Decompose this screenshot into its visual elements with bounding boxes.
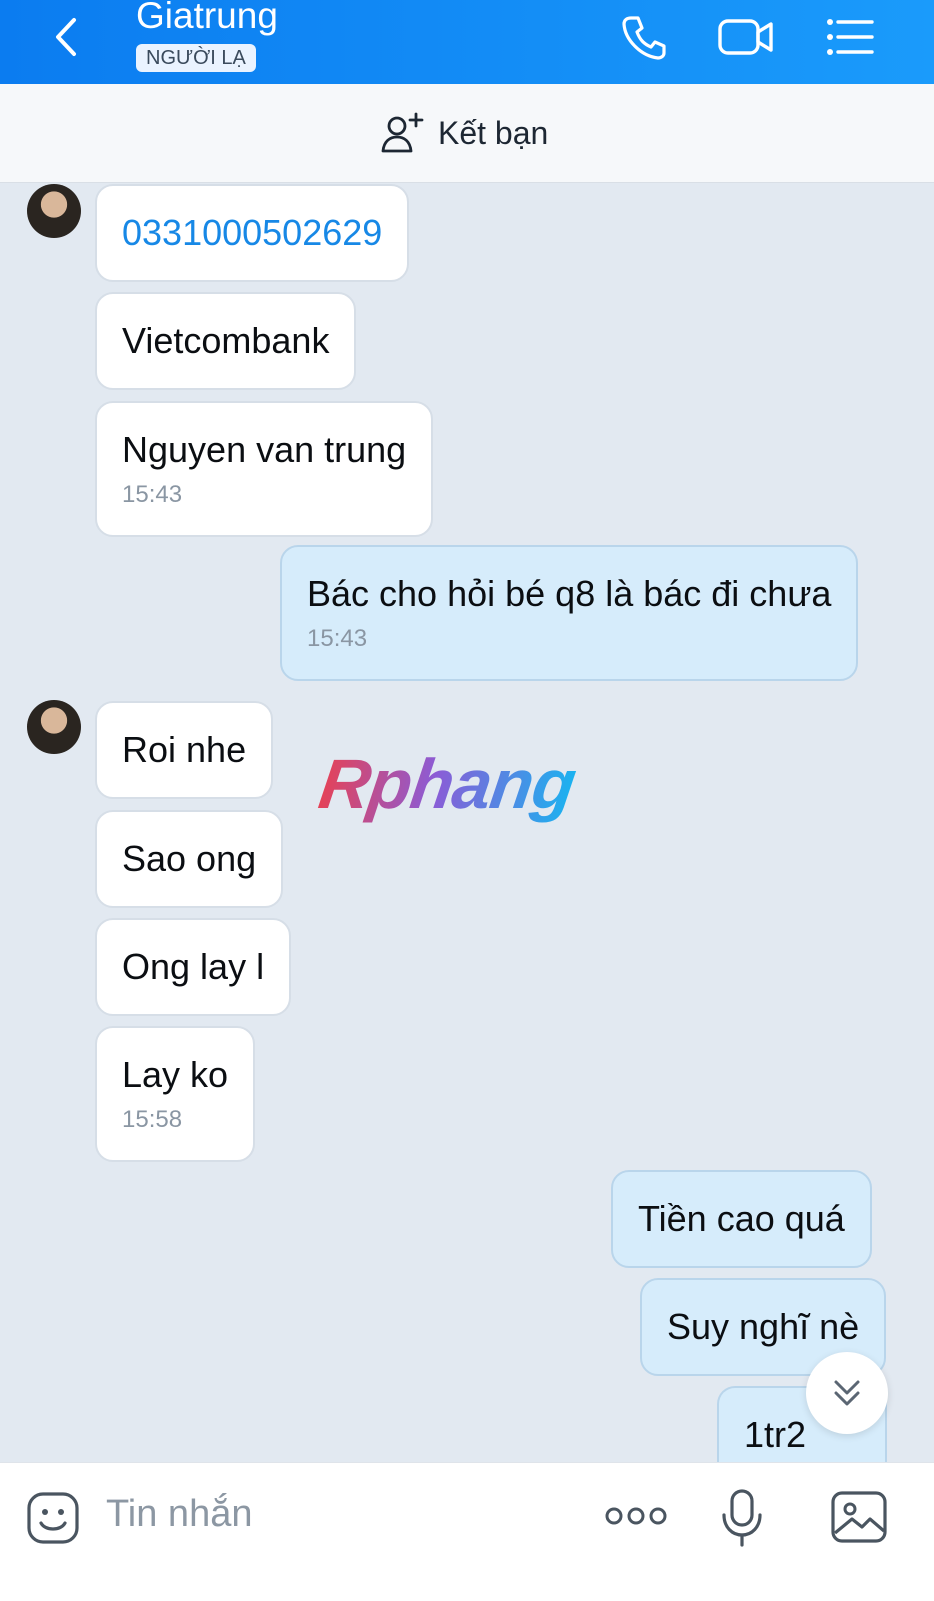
menu-button[interactable] [822, 10, 876, 64]
message-text: Suy nghĩ nè [667, 1306, 860, 1347]
watermark-logo: Rphang [314, 745, 581, 823]
sticker-button[interactable] [26, 1491, 80, 1550]
image-icon [831, 1491, 887, 1543]
video-call-icon [718, 19, 773, 55]
video-call-button[interactable] [716, 10, 773, 64]
voice-call-button[interactable] [617, 10, 671, 64]
message-text: Ong lay l [122, 946, 265, 987]
message-bubble[interactable]: Nguyen van trung 15:43 [95, 401, 434, 537]
more-button[interactable] [604, 1499, 668, 1538]
back-button[interactable] [44, 12, 94, 62]
message-text: Roi nhe [122, 729, 247, 770]
message-text: Sao ong [122, 838, 257, 879]
send-image-button[interactable] [830, 1489, 888, 1550]
stranger-badge: NGƯỜI LẠ [136, 44, 256, 72]
menu-list-icon [827, 19, 874, 55]
contact-avatar[interactable] [27, 184, 81, 238]
message-bubble[interactable]: Sao ong [95, 810, 284, 908]
add-friend-label: Kết bạn [438, 114, 549, 151]
message-bubble[interactable]: Tiền cao quá [611, 1170, 872, 1268]
microphone-icon [722, 1489, 762, 1547]
message-time: 15:43 [307, 625, 368, 652]
message-bubble[interactable]: Bác cho hỏi bé q8 là bác đi chưa 15:43 [280, 545, 859, 681]
message-bubble[interactable]: Lay ko 15:58 [95, 1026, 256, 1162]
more-icon [605, 1507, 667, 1525]
message-text: Bác cho hỏi bé q8 là bác đi chưa [307, 573, 832, 614]
message-bubble[interactable]: Vietcombank [95, 292, 357, 390]
message-bubble[interactable]: 0331000502629 [95, 184, 410, 282]
message-input-bar: Tin nhắn [0, 1462, 934, 1601]
chat-header: Giatrung NGƯỜI LẠ [0, 0, 934, 84]
add-friend-bar: Kết bạn [0, 84, 934, 183]
sticker-icon [27, 1492, 79, 1544]
message-text: Vietcombank [122, 320, 330, 361]
add-person-icon [381, 112, 424, 153]
message-bubble[interactable]: Roi nhe [95, 701, 274, 799]
scroll-to-bottom-button[interactable] [806, 1352, 888, 1434]
double-chevron-down-icon [834, 1380, 860, 1406]
message-text: 1tr2 [744, 1414, 807, 1455]
message-input[interactable]: Tin nhắn [106, 1493, 252, 1536]
message-bubble[interactable]: Ong lay l [95, 918, 292, 1016]
voice-message-button[interactable] [718, 1487, 766, 1554]
back-icon [56, 18, 76, 56]
phone-icon [622, 16, 666, 60]
contact-name[interactable]: Giatrung [136, 0, 278, 38]
message-text: Nguyen van trung [122, 429, 407, 470]
add-friend-button[interactable]: Kết bạn [380, 110, 548, 156]
message-text: Tiền cao quá [638, 1198, 845, 1239]
message-text[interactable]: 0331000502629 [122, 212, 382, 253]
message-text: Lay ko [122, 1054, 229, 1095]
message-time: 15:58 [122, 1106, 183, 1133]
contact-avatar[interactable] [27, 700, 81, 754]
message-time: 15:43 [122, 481, 183, 508]
